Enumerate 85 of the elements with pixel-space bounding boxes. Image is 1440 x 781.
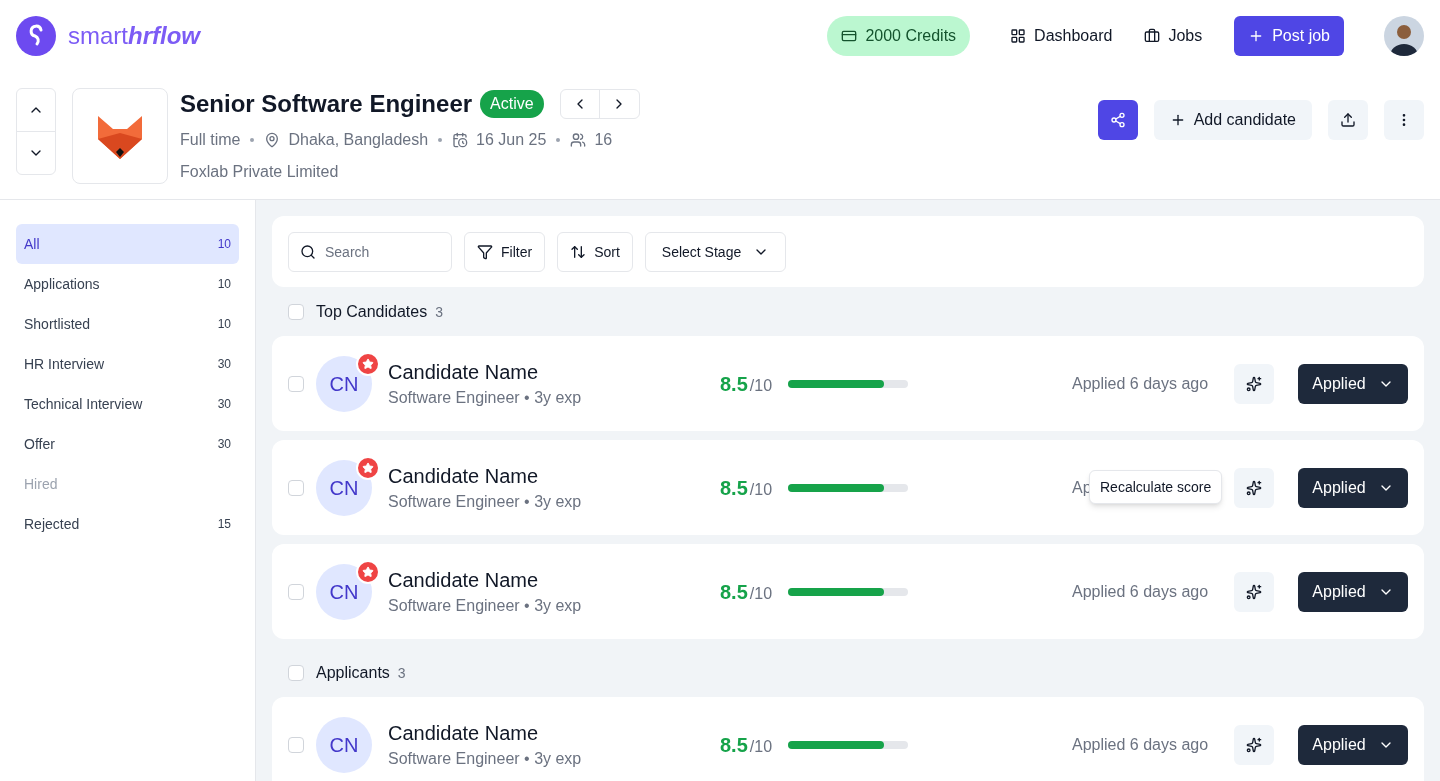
candidate-role: Software Engineer • 3y exp [388,491,583,512]
score-max: /10 [749,736,773,757]
search-icon [300,243,316,260]
sidebar-item[interactable]: Applications 10 [16,264,239,304]
group-count: 3 [435,302,443,322]
recalculate-button[interactable] [1234,724,1274,765]
checkbox[interactable] [288,303,304,320]
score-max: /10 [749,583,773,604]
status-dropdown[interactable]: Applied [1298,363,1408,404]
sort-button[interactable]: Sort [557,231,633,272]
applied-time: Applied 6 days ago [1072,373,1209,394]
avatar: CN [316,355,372,412]
applied-time: Applied 6 days ago [1072,581,1209,602]
score: 8.5 [720,475,748,501]
stage-dropdown[interactable]: Select Stage [644,231,787,272]
status-dropdown[interactable]: Applied [1298,724,1408,765]
sidebar-item[interactable]: Shortlisted 10 [16,304,239,344]
share-icon [1109,112,1126,128]
checkbox[interactable] [288,479,304,496]
sidebar-item[interactable]: Technical Interview 30 [16,384,239,424]
avatar: CN [316,716,372,773]
filter-icon [477,243,493,260]
candidate-name: Candidate Name [388,463,540,489]
checkbox[interactable] [288,664,304,681]
score-max: /10 [749,375,773,396]
avatar: CN [316,459,372,516]
job-type: Full time [180,130,241,150]
brand-name: smarthrflow [68,21,200,51]
job-title: Senior Software Engineer [180,89,473,119]
candidate-name: Candidate Name [388,567,540,593]
score: 8.5 [720,732,748,758]
status-badge: Active [480,90,544,118]
credits-badge: 2000 Credits [827,16,971,56]
group-count: 3 [397,663,406,683]
recalculate-button[interactable] [1234,467,1274,508]
group-title: Top Candidates [316,301,428,322]
sidebar-item[interactable]: All 10 [16,224,239,264]
applicant-count: 16 [594,130,613,150]
sparkles-icon [1246,583,1262,600]
score: 8.5 [720,371,748,397]
applied-time: Applied 6 days ago [1072,734,1209,755]
nav-link[interactable]: Jobs [1144,24,1203,48]
add-candidate-button[interactable]: Add candidate [1153,100,1312,140]
briefcase-icon [1144,28,1161,44]
candidate-name: Candidate Name [388,359,540,385]
score: 8.5 [720,579,748,605]
group-title: Applicants [316,662,390,683]
tooltip: Recalculate score [1089,469,1223,504]
candidate-role: Software Engineer • 3y exp [388,387,583,408]
sparkles-icon [1246,375,1262,392]
user-avatar[interactable] [1384,16,1424,56]
location-icon [264,132,281,148]
score-max: /10 [749,479,773,500]
candidate-role: Software Engineer • 3y exp [388,748,583,769]
grid-icon [1010,28,1027,44]
avatar: CN [316,563,372,620]
people-icon [570,132,587,148]
sidebar-item[interactable]: Offer 30 [16,424,239,464]
share-button[interactable] [1097,100,1138,140]
sparkles-icon [1246,479,1262,496]
checkbox[interactable] [288,375,304,392]
upload-button[interactable] [1328,100,1368,140]
checkbox[interactable] [288,583,304,600]
job-date: 16 Jun 25 [476,130,547,150]
candidate-role: Software Engineer • 3y exp [388,595,583,616]
company-name: Foxlab Private Limited [180,162,340,182]
upload-icon [1340,112,1356,128]
status-dropdown[interactable]: Applied [1298,467,1408,508]
job-location: Dhaka, Bangladesh [288,130,429,150]
sidebar-item[interactable]: Rejected 15 [16,504,239,544]
sidebar-item[interactable]: HR Interview 30 [16,344,239,384]
recalculate-button[interactable] [1234,363,1274,404]
nav-link[interactable]: Dashboard [1010,24,1113,48]
sparkles-icon [1246,736,1262,753]
logo-icon [16,16,56,56]
calendar-icon [452,132,469,148]
filter-button[interactable]: Filter [464,231,546,272]
sort-icon [570,243,587,260]
checkbox[interactable] [288,736,304,753]
recalculate-button[interactable] [1234,571,1274,612]
search-field[interactable]: Search [288,231,452,272]
status-dropdown[interactable]: Applied [1298,571,1408,612]
card-icon [841,28,858,44]
post-job-button[interactable]: Post job [1234,16,1344,56]
candidate-name: Candidate Name [388,720,540,746]
